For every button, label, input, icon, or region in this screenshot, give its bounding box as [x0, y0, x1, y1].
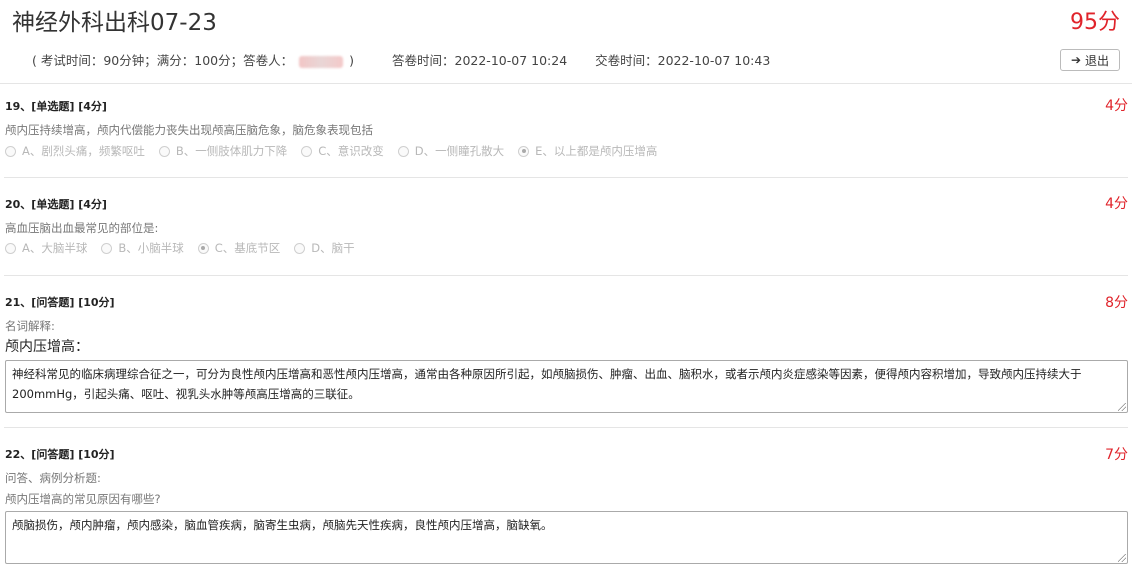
question-20-options: A、大脑半球 B、小脑半球 C、基底节区 D、脑干	[5, 241, 369, 255]
option-b[interactable]: B、一侧肢体肌力下降	[158, 144, 288, 158]
question-21-header: 21、[问答题] [10分]	[5, 296, 115, 309]
radio-icon[interactable]	[301, 145, 313, 157]
divider	[4, 177, 1128, 178]
option-b[interactable]: B、小脑半球	[101, 241, 184, 255]
question-21-score: 8分	[1105, 295, 1128, 311]
submit-time: 交卷时间：2022-10-07 10:43	[595, 53, 771, 68]
exam-header: 神经外科出科07-23 95分 ( 考试时间：90分钟；满分：100分；答卷人：…	[0, 0, 1132, 84]
answer-time: 答卷时间：2022-10-07 10:24	[392, 53, 568, 68]
option-label: B、一侧肢体肌力下降	[175, 144, 288, 158]
question-19-stem: 颅内压持续增高，颅内代偿能力丧失出现颅高压脑危象，脑危象表现包括	[5, 123, 373, 137]
exam-info-suffix: )	[349, 53, 355, 68]
radio-icon[interactable]	[101, 242, 113, 254]
option-label: E、以上都是颅内压增高	[535, 144, 658, 158]
option-d[interactable]: D、脑干	[294, 241, 355, 255]
exit-button[interactable]: ➔ 退出	[1060, 49, 1120, 71]
question-20-header: 20、[单选题] [4分]	[5, 198, 107, 211]
divider	[4, 275, 1128, 276]
radio-icon[interactable]	[397, 145, 409, 157]
radio-checked-icon[interactable]	[197, 242, 209, 254]
question-21-stem: 名词解释:	[5, 319, 55, 333]
resize-handle-icon[interactable]	[1118, 554, 1126, 562]
option-e[interactable]: E、以上都是颅内压增高	[518, 144, 657, 158]
question-22-question: 颅内压增高的常见原因有哪些?	[5, 492, 161, 506]
radio-icon[interactable]	[5, 242, 16, 254]
exit-label: 退出	[1085, 53, 1110, 68]
radio-icon[interactable]	[158, 145, 170, 157]
option-label: B、小脑半球	[118, 241, 184, 255]
question-22-answer-textarea[interactable]: 颅脑损伤，颅内肿瘤，颅内感染，脑血管疾病，脑寄生虫病，颅脑先天性疾病，良性颅内压…	[5, 511, 1128, 564]
option-label: C、基底节区	[214, 241, 281, 255]
option-c[interactable]: C、基底节区	[197, 241, 281, 255]
radio-icon[interactable]	[5, 145, 16, 157]
question-19-header: 19、[单选题] [4分]	[5, 100, 107, 113]
exam-info-prefix: ( 考试时间：90分钟；满分：100分；答卷人：	[32, 53, 294, 68]
option-label: D、脑干	[311, 241, 355, 255]
option-d[interactable]: D、一侧瞳孔散大	[397, 144, 505, 158]
resize-handle-icon[interactable]	[1118, 403, 1126, 411]
option-a[interactable]: A、大脑半球	[5, 241, 87, 255]
examinee-name-redacted	[299, 55, 344, 68]
radio-checked-icon[interactable]	[518, 145, 530, 157]
option-label: A、大脑半球	[22, 241, 88, 255]
question-22-stem: 问答、病例分析题:	[5, 471, 101, 485]
question-21-term: 颅内压增高：	[5, 339, 89, 355]
option-label: C、意识改变	[318, 144, 384, 158]
option-a[interactable]: A、剧烈头痛，频繁呕吐	[5, 144, 145, 158]
question-19-score: 4分	[1105, 98, 1128, 114]
exam-title: 神经外科出科07-23	[12, 10, 217, 36]
exam-meta: ( 考试时间：90分钟；满分：100分；答卷人：) 答卷时间：2022-10-0…	[32, 52, 770, 70]
divider	[4, 427, 1128, 428]
question-22-header: 22、[问答题] [10分]	[5, 448, 115, 461]
question-21-answer-textarea[interactable]: 神经科常见的临床病理综合征之一，可分为良性颅内压增高和恶性颅内压增高，通常由各种…	[5, 360, 1128, 413]
question-19-options: A、剧烈头痛，频繁呕吐 B、一侧肢体肌力下降 C、意识改变 D、一侧瞳孔散大 E…	[5, 144, 671, 158]
answer-text: 颅脑损伤，颅内肿瘤，颅内感染，脑血管疾病，脑寄生虫病，颅脑先天性疾病，良性颅内压…	[12, 518, 553, 532]
option-label: A、剧烈头痛，频繁呕吐	[22, 144, 145, 158]
arrow-right-icon: ➔	[1070, 53, 1082, 67]
question-22-score: 7分	[1105, 447, 1128, 463]
question-20-stem: 高血压脑出血最常见的部位是:	[5, 221, 159, 235]
radio-icon[interactable]	[294, 242, 306, 254]
option-label: D、一侧瞳孔散大	[414, 144, 505, 158]
answer-text: 神经科常见的临床病理综合征之一，可分为良性颅内压增高和恶性颅内压增高，通常由各种…	[12, 367, 1082, 401]
total-score: 95分	[1070, 10, 1120, 35]
question-20-score: 4分	[1105, 196, 1128, 212]
option-c[interactable]: C、意识改变	[301, 144, 384, 158]
